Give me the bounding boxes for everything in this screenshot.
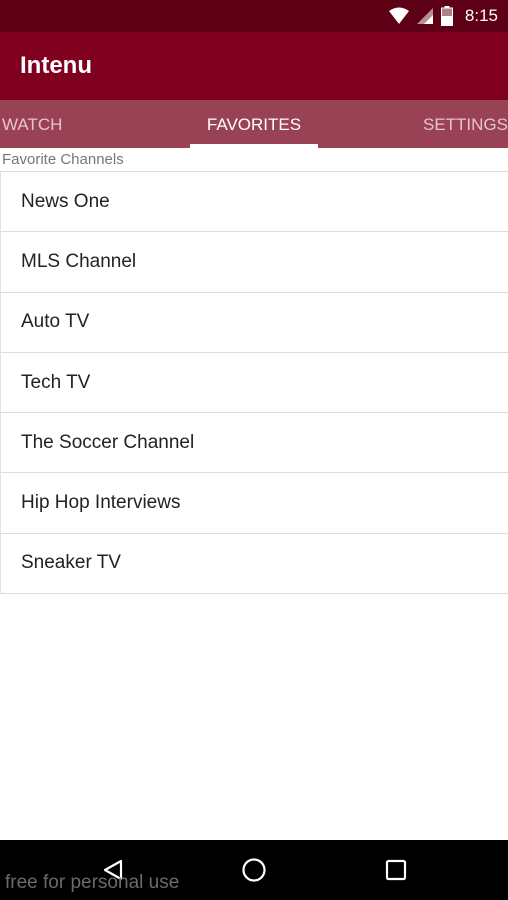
channel-list-item[interactable]: Sneaker TV	[1, 534, 508, 595]
tab-settings[interactable]: SETTINGS	[423, 100, 508, 148]
channel-list-item[interactable]: News One	[1, 172, 508, 233]
back-button[interactable]	[98, 855, 128, 885]
status-time: 8:15	[464, 6, 498, 25]
tab-watch[interactable]: WATCH	[2, 100, 62, 148]
app-bar: Intenu	[0, 32, 508, 100]
section-header: Favorite Channels	[0, 148, 508, 172]
battery-icon	[440, 6, 453, 26]
home-button[interactable]	[239, 855, 269, 885]
recents-button[interactable]	[381, 855, 411, 885]
app-title: Intenu	[20, 52, 92, 79]
favorites-page: Favorite Channels News One MLS Channel A…	[0, 148, 508, 840]
channel-list-item[interactable]: The Soccer Channel	[1, 413, 508, 474]
wifi-icon	[388, 7, 409, 25]
channel-list-item[interactable]: Hip Hop Interviews	[1, 473, 508, 534]
navigation-bar	[0, 840, 508, 900]
tab-bar: WATCH FAVORITES SETTINGS	[0, 100, 508, 148]
status-bar: 8:15	[0, 0, 508, 32]
channel-list-item[interactable]: Auto TV	[1, 293, 508, 353]
home-icon	[242, 858, 266, 882]
tab-favorites[interactable]: FAVORITES	[190, 100, 318, 148]
cell-signal-icon	[416, 7, 433, 25]
channel-list: News One MLS Channel Auto TV Tech TV The…	[0, 172, 508, 595]
back-icon	[103, 859, 123, 881]
recents-icon	[385, 859, 407, 881]
channel-list-item[interactable]: Tech TV	[1, 353, 508, 414]
channel-list-item[interactable]: MLS Channel	[1, 232, 508, 293]
